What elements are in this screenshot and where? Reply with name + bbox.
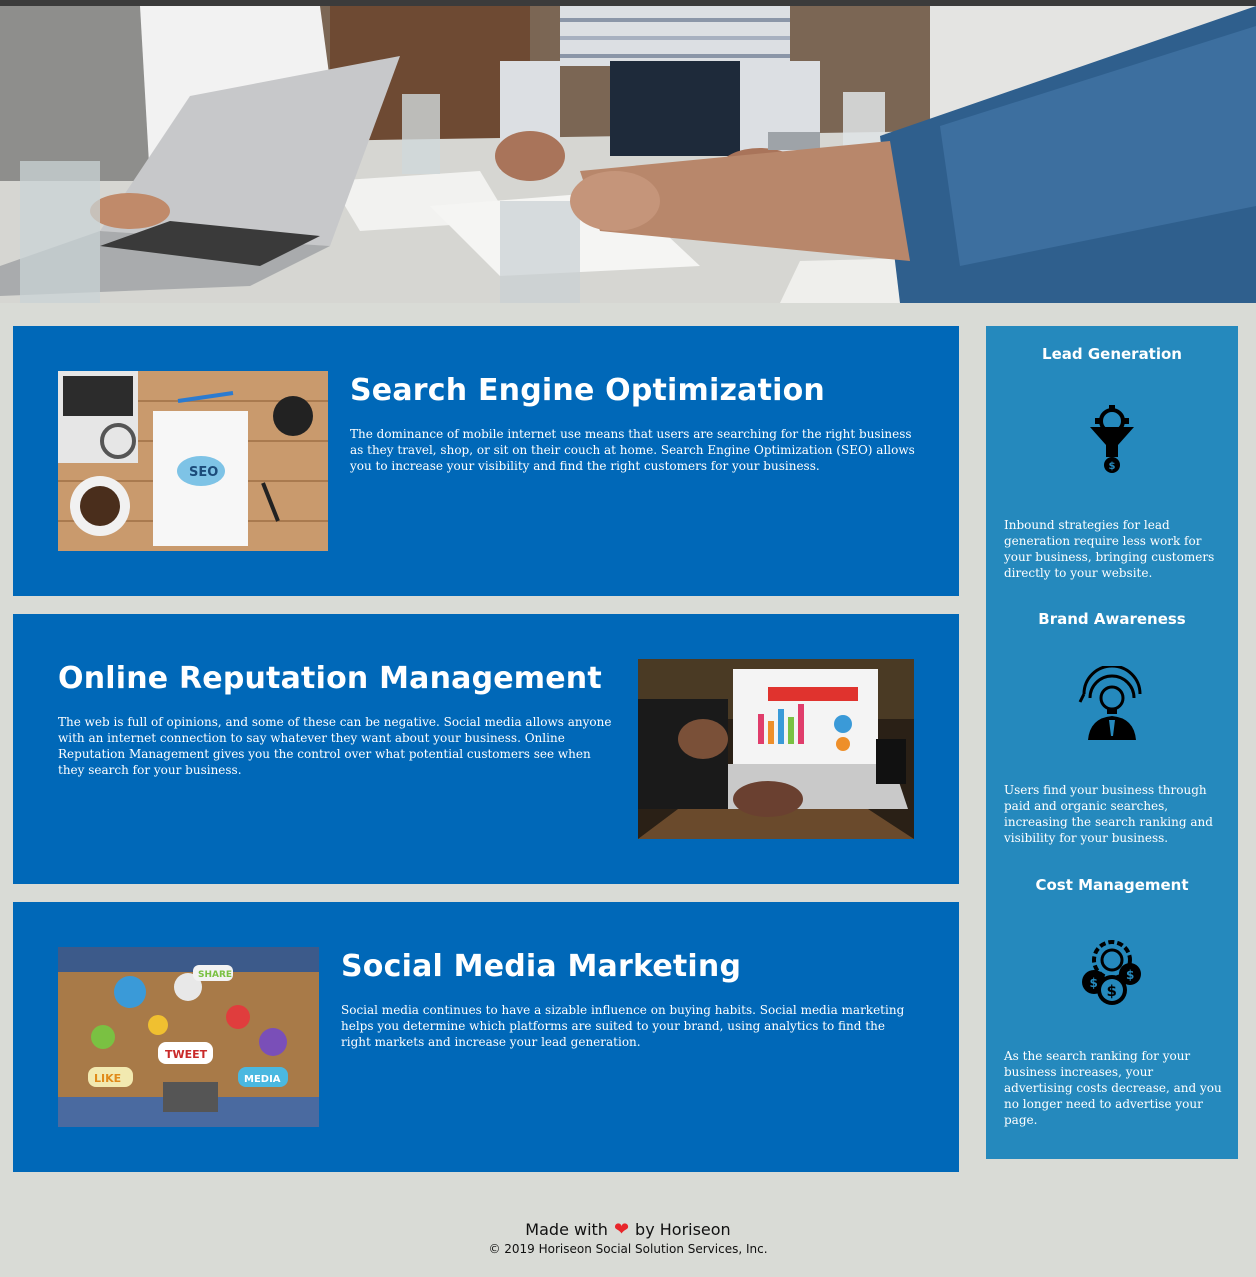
svg-text:SHARE: SHARE [198,970,232,980]
service-description: Social media continues to have a sizable… [341,1003,905,1049]
lightbulb-person-icon [1072,664,1152,746]
svg-text:$: $ [1107,982,1117,1000]
benefit-title: Lead Generation [1042,345,1182,363]
footer-copyright: © 2019 Horiseon Social Solution Services… [488,1242,768,1256]
svg-text:$: $ [1109,461,1116,472]
service-card-reputation: Online Reputation Management The web is … [13,614,959,884]
benefit-description: Users find your business through paid an… [1004,783,1213,845]
benefit-title: Brand Awareness [1038,610,1186,628]
service-description: The web is full of opinions, and some of… [58,715,612,777]
svg-text:MEDIA: MEDIA [244,1074,281,1085]
social-media-table-photo: TWEET LIKE MEDIA SHARE [58,947,319,1127]
svg-text:$: $ [1126,968,1134,982]
svg-text:TWEET: TWEET [165,1048,208,1061]
reputation-laptop-photo [638,659,914,839]
seo-notebook-photo: SEO [58,371,328,551]
service-title: Social Media Marketing [341,949,742,984]
service-card-seo: SEO Search Engine Optimization The domin… [13,326,959,596]
benefit-description: Inbound strategies for lead generation r… [1004,518,1215,580]
hero-image [0,6,1256,303]
service-title: Online Reputation Management [58,661,602,696]
service-title: Search Engine Optimization [350,373,825,408]
gear-coins-icon: $ $ $ [1072,932,1152,1012]
benefit-title: Cost Management [1035,876,1189,894]
footer-by: by Horiseon [635,1220,731,1239]
benefits-sidebar: Lead Generation $ Inbound strategies for… [986,326,1238,1159]
svg-text:$: $ [1090,976,1098,990]
funnel-gear-dollar-icon: $ [1072,401,1152,481]
service-description: The dominance of mobile internet use mea… [350,427,915,473]
service-card-social: TWEET LIKE MEDIA SHARE Social Media Mark… [13,902,959,1172]
svg-text:SEO: SEO [189,465,218,480]
footer-made-with: Made with [525,1220,608,1239]
heart-icon: ❤ [613,1219,630,1240]
footer-credit: Made with ❤ by Horiseon [0,1219,1256,1240]
svg-text:LIKE: LIKE [94,1072,121,1085]
benefit-description: As the search ranking for your business … [1004,1049,1222,1127]
